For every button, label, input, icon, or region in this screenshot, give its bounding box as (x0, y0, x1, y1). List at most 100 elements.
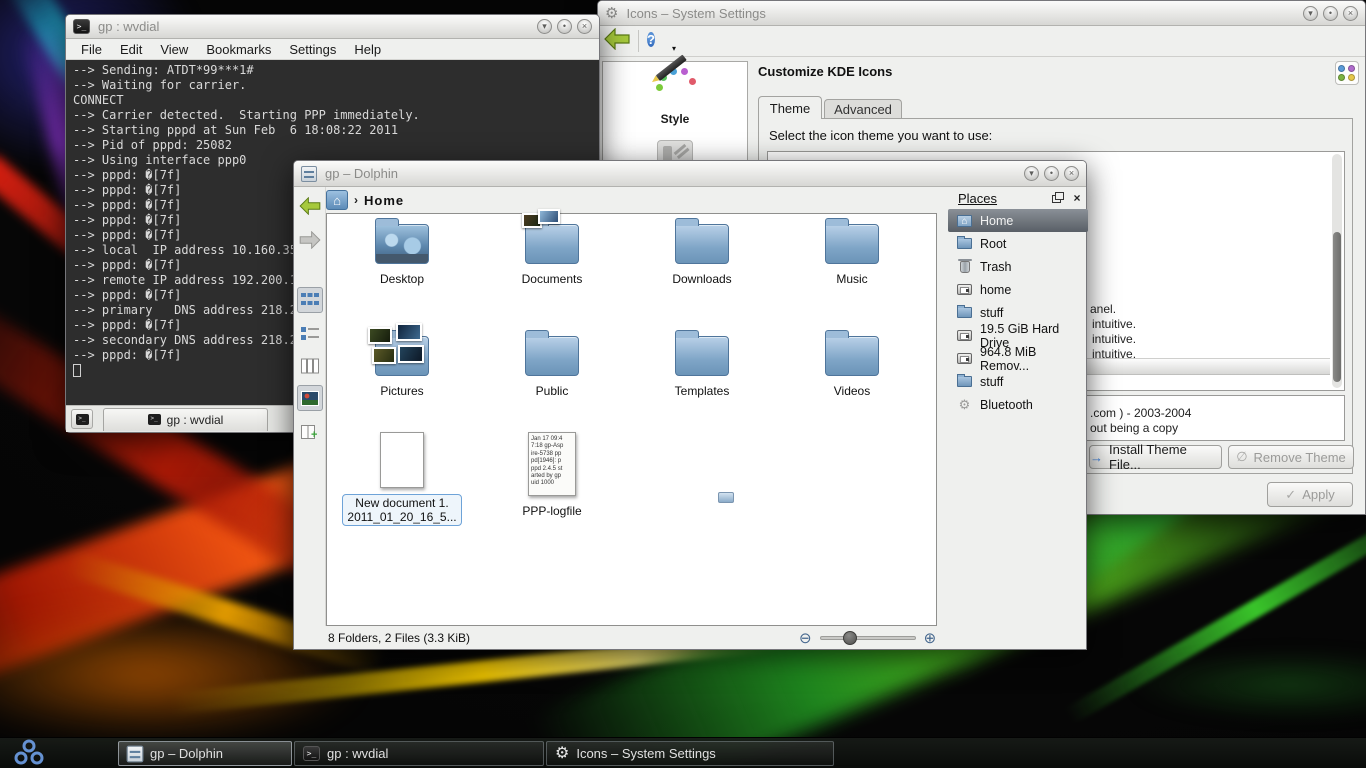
split-view-button[interactable]: + (297, 419, 323, 445)
float-panel-icon[interactable] (1050, 191, 1064, 205)
places-item-removable[interactable]: 964.8 MiB Remov... (948, 347, 1088, 370)
close-button[interactable]: × (577, 19, 592, 34)
places-item-stuff-2[interactable]: stuff (948, 370, 1088, 393)
places-item-home[interactable]: ⌂ Home (948, 209, 1088, 232)
places-label: home (980, 283, 1011, 297)
zoom-slider-handle[interactable] (843, 631, 857, 645)
maximize-button[interactable]: • (557, 19, 572, 34)
tab-advanced[interactable]: Advanced (824, 99, 902, 119)
folder-item-downloads[interactable]: Downloads (627, 224, 777, 286)
forward-arrow-icon (299, 231, 321, 249)
install-theme-button[interactable]: → Install Theme File... (1089, 445, 1222, 469)
help-button[interactable]: ? ▾ (647, 30, 669, 52)
places-title: Places (958, 191, 997, 206)
menu-file[interactable]: File (72, 42, 111, 57)
maximize-button[interactable]: • (1323, 6, 1338, 21)
tab-label: gp : wvdial (167, 413, 224, 427)
terminal-line: --> Pid of pppd: 25082 (73, 138, 599, 153)
folder-item-music[interactable]: Music (777, 224, 927, 286)
close-button[interactable]: × (1064, 166, 1079, 181)
folder-label: Templates (627, 384, 777, 398)
menu-settings[interactable]: Settings (280, 42, 345, 57)
folder-label: Videos (777, 384, 927, 398)
dolphin-titlebar[interactable]: gp – Dolphin ▾ • × (294, 161, 1086, 187)
menu-help[interactable]: Help (345, 42, 390, 57)
places-item-trash[interactable]: Trash (948, 255, 1088, 278)
minimize-button[interactable]: ▾ (1303, 6, 1318, 21)
columns-view-button[interactable] (297, 353, 323, 379)
places-item-root[interactable]: Root (948, 232, 1088, 255)
close-button[interactable]: × (1343, 6, 1358, 21)
menu-edit[interactable]: Edit (111, 42, 151, 57)
task-label: gp – Dolphin (150, 746, 223, 761)
places-label: Home (980, 214, 1013, 228)
home-icon[interactable]: ⌂ (326, 190, 348, 210)
places-item-bluetooth[interactable]: ⚙ Bluetooth (948, 393, 1088, 416)
taskbar-panel: gp – Dolphin >_ gp : wvdial ⚙ Icons – Sy… (0, 737, 1366, 768)
folder-item-templates[interactable]: Templates (627, 336, 777, 398)
konsole-titlebar[interactable]: >_ gp : wvdial ▾ • × (66, 15, 599, 39)
scrollbar[interactable] (1332, 154, 1342, 388)
columns-view-icon (301, 358, 319, 374)
system-settings-titlebar[interactable]: ⚙ Icons – System Settings ▾ • × (598, 1, 1365, 26)
places-label: Trash (980, 260, 1012, 274)
folder-item-desktop[interactable]: Desktop (327, 224, 477, 286)
minimize-button[interactable]: ▾ (1024, 166, 1039, 181)
file-item-new-document[interactable]: New document 1. 2011_01_20_16_5... (327, 432, 477, 526)
back-arrow-icon (604, 28, 630, 50)
dolphin-folder-view[interactable]: Desktop Documents Downloads Music (326, 213, 937, 626)
folder-item-videos[interactable]: Videos (777, 336, 927, 398)
details-view-icon (301, 326, 319, 342)
icons-view-button[interactable] (297, 287, 323, 313)
zoom-out-icon[interactable]: ⊖ (799, 631, 812, 646)
terminal-icon: >_ (148, 414, 161, 425)
folder-icon (675, 224, 729, 264)
folder-icon (825, 224, 879, 264)
forward-button[interactable] (297, 227, 323, 253)
folder-label: Desktop (327, 272, 477, 286)
overview-icon[interactable] (1335, 61, 1359, 85)
folder-icon (525, 224, 579, 264)
new-tab-button[interactable]: >_ (71, 409, 93, 429)
terminal-line: --> Sending: ATDT*99***1# (73, 63, 599, 78)
menu-view[interactable]: View (151, 42, 197, 57)
task-button-system-settings[interactable]: ⚙ Icons – System Settings (546, 741, 834, 766)
description-fragment: .com ) - 2003-2004 (1090, 406, 1191, 420)
tab-theme[interactable]: Theme (758, 96, 822, 119)
logfile-preview-icon: Jan 17 09:4 7:18 gp-Asp ire-5738 pp pd[1… (528, 432, 576, 496)
zoom-slider[interactable] (820, 636, 916, 640)
app-launcher-button[interactable] (0, 738, 58, 768)
description-fragment: out being a copy (1090, 421, 1178, 435)
minimize-button[interactable]: ▾ (537, 19, 552, 34)
places-header: Places × (948, 187, 1088, 209)
drive-icon (957, 330, 972, 341)
task-button-wvdial[interactable]: >_ gp : wvdial (294, 741, 544, 766)
remove-theme-button[interactable]: ∅ Remove Theme (1228, 445, 1354, 469)
svg-text:+: + (311, 429, 317, 440)
details-view-button[interactable] (297, 321, 323, 347)
places-item-home-partition[interactable]: home (948, 278, 1088, 301)
folder-item-pictures[interactable]: Pictures (327, 336, 477, 398)
folder-item-documents[interactable]: Documents (477, 224, 627, 286)
maximize-button[interactable]: • (1044, 166, 1059, 181)
back-button[interactable] (604, 28, 630, 55)
file-item-ppp-logfile[interactable]: Jan 17 09:4 7:18 gp-Asp ire-5738 pp pd[1… (477, 432, 627, 518)
icons-view-icon (301, 292, 319, 308)
list-text-fragment: intuitive. (1092, 317, 1136, 331)
back-button[interactable] (297, 193, 323, 219)
scrollbar-thumb[interactable] (1333, 232, 1341, 382)
konsole-tab[interactable]: >_ gp : wvdial (103, 408, 268, 431)
apply-button[interactable]: ✓ Apply (1267, 482, 1353, 507)
system-settings-toolbar: ? ▾ (598, 26, 1365, 57)
bluetooth-icon: ⚙ (959, 398, 971, 411)
zoom-in-icon[interactable]: ⊕ (924, 631, 937, 646)
task-button-dolphin[interactable]: gp – Dolphin (118, 741, 292, 766)
sidebar-item-style[interactable]: Style (603, 62, 747, 170)
breadcrumb-home[interactable]: Home (364, 193, 404, 208)
document-icon (380, 432, 424, 488)
menu-bookmarks[interactable]: Bookmarks (197, 42, 280, 57)
window-title: gp : wvdial (98, 19, 159, 34)
close-panel-icon[interactable]: × (1070, 191, 1084, 205)
preview-button[interactable] (297, 385, 323, 411)
folder-item-public[interactable]: Public (477, 336, 627, 398)
